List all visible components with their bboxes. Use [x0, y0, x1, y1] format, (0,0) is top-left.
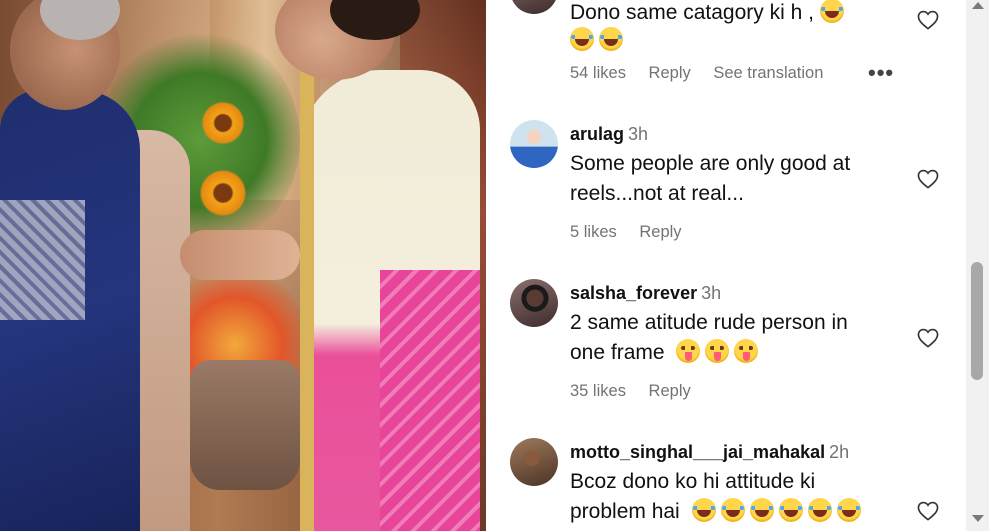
laughing-emoji-icon	[691, 498, 716, 522]
comment-item: motto_singhal___jai_mahakal 2h Bcoz dono …	[486, 438, 966, 531]
arrow-up-icon[interactable]	[972, 2, 984, 9]
comment-text-line: one frame	[570, 338, 910, 368]
comment-text: Dono same catagory ki h ,	[570, 0, 910, 28]
comment-text-emojis	[570, 26, 910, 56]
avatar[interactable]	[510, 279, 558, 327]
winking-tongue-emoji-icon	[734, 339, 759, 363]
flower-decoration	[200, 100, 246, 146]
comment-meta: 35 likes Reply	[570, 382, 709, 401]
comment-text-line: Bcoz dono ko hi attitude ki	[570, 470, 816, 493]
laughing-emoji-icon	[599, 27, 623, 51]
laughing-emoji-icon	[570, 27, 594, 51]
heart-icon[interactable]	[917, 501, 939, 521]
comment-item: arulag 3h Some people are only good at re…	[486, 120, 966, 270]
comment-time[interactable]: 3h	[701, 283, 721, 303]
username-link[interactable]: salsha_forever	[570, 283, 697, 303]
heart-icon[interactable]	[917, 169, 939, 189]
reply-button[interactable]: Reply	[649, 64, 691, 82]
username-link[interactable]: arulag	[570, 124, 624, 144]
comment-text-line: Some people are only good at	[570, 152, 851, 175]
heart-icon[interactable]	[917, 328, 939, 348]
avatar[interactable]	[510, 120, 558, 168]
laughing-emoji-icon	[749, 498, 774, 522]
likes-count[interactable]: 54 likes	[570, 64, 626, 82]
comment-meta: 54 likes Reply See translation	[570, 64, 841, 83]
handbag	[190, 360, 300, 490]
username-link[interactable]: motto_singhal___jai_mahakal	[570, 442, 825, 462]
avatar[interactable]	[510, 0, 558, 14]
winking-tongue-emoji-icon	[676, 339, 701, 363]
comment-text-fragment: one frame	[570, 341, 665, 364]
comment-header: arulag 3h	[570, 124, 648, 145]
likes-count[interactable]: 5 likes	[570, 223, 617, 241]
likes-count[interactable]: 35 likes	[570, 382, 626, 400]
comment-time[interactable]: 3h	[628, 124, 648, 144]
laughing-emoji-icon	[836, 498, 861, 522]
comment-time[interactable]: 2h	[829, 442, 849, 462]
scrollbar-thumb[interactable]	[971, 262, 983, 380]
comment-text-line: 2 same atitude rude person in	[570, 311, 848, 334]
heart-icon[interactable]	[917, 10, 939, 30]
arrow-down-icon[interactable]	[972, 515, 984, 522]
saree-gold-border	[300, 70, 314, 531]
comment-header: salsha_forever 3h	[570, 283, 721, 304]
laughing-emoji-icon	[778, 498, 803, 522]
laughing-emoji-icon	[819, 0, 844, 23]
avatar[interactable]	[510, 438, 558, 486]
comment-text-fragment: problem hai	[570, 500, 680, 523]
comment-text-line: problem hai	[570, 497, 910, 527]
reply-button[interactable]: Reply	[649, 382, 691, 400]
embroidery-trim	[0, 200, 85, 320]
see-translation-button[interactable]: See translation	[713, 64, 823, 82]
saree-pink-pattern	[380, 270, 480, 531]
comment-item: Dono same catagory ki h , 54 likes Reply…	[486, 0, 966, 96]
reply-button[interactable]: Reply	[639, 223, 681, 241]
post-media[interactable]	[0, 0, 486, 531]
comment-meta: 5 likes Reply	[570, 223, 700, 242]
more-options-icon[interactable]: •••	[868, 60, 894, 86]
comment-item: salsha_forever 3h 2 same atitude rude per…	[486, 279, 966, 429]
comment-text-line: reels...not at real...	[570, 182, 744, 205]
scrollbar[interactable]	[966, 0, 989, 531]
holding-hands	[180, 230, 300, 280]
comment-text-line: Dono same catagory ki h ,	[570, 1, 814, 24]
laughing-emoji-icon	[720, 498, 745, 522]
comment-header: motto_singhal___jai_mahakal 2h	[570, 442, 849, 463]
flower-decoration	[198, 168, 248, 218]
laughing-emoji-icon	[807, 498, 832, 522]
winking-tongue-emoji-icon	[705, 339, 730, 363]
comments-panel[interactable]: Dono same catagory ki h , 54 likes Reply…	[486, 0, 966, 531]
